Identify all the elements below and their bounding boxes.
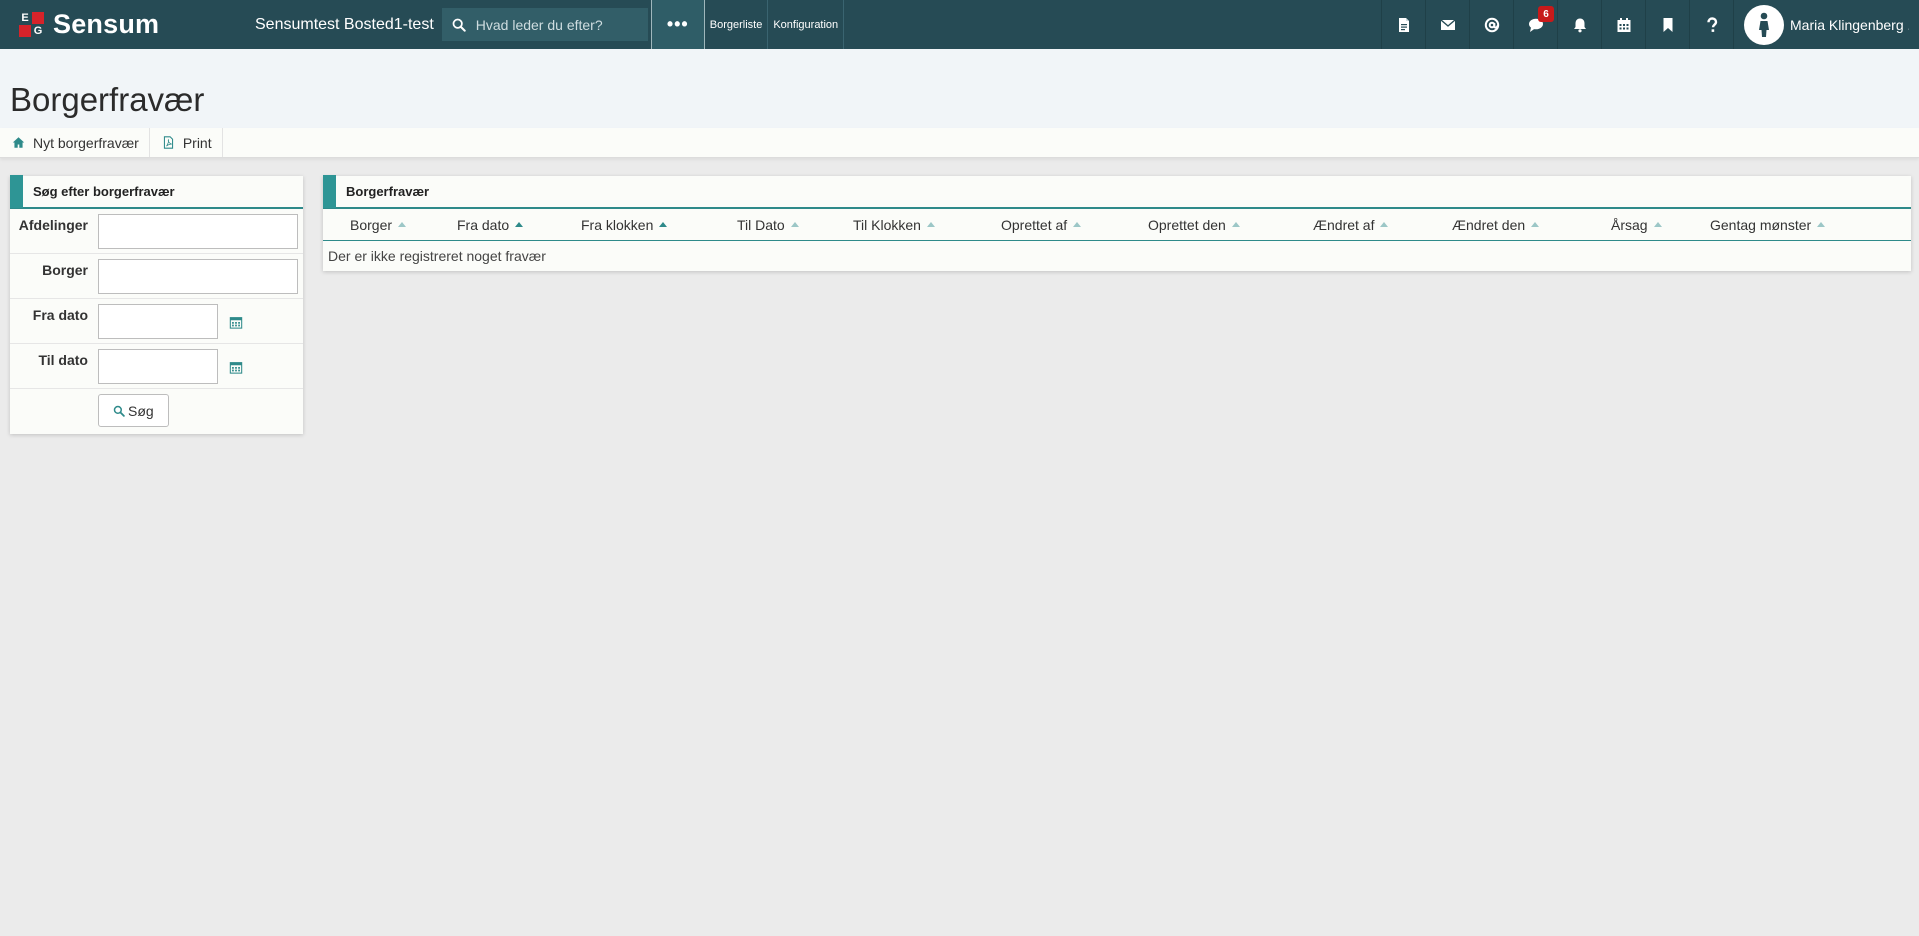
at-icon (1484, 17, 1499, 32)
fra-dato-input[interactable] (98, 304, 218, 339)
user-icon (1759, 12, 1769, 37)
search-icon (452, 18, 466, 32)
column-header-aendret-den[interactable]: Ændret den (1452, 217, 1540, 233)
new-absence-label: Nyt borgerfravær (33, 134, 139, 151)
column-header-borger[interactable]: Borger (350, 217, 407, 233)
search-submit-button[interactable]: Søg (98, 394, 169, 427)
logo-letter-g: G (32, 24, 44, 37)
notifications-button[interactable] (1557, 0, 1601, 49)
column-header-fra-klokken[interactable]: Fra klokken (581, 217, 668, 233)
search-input[interactable] (475, 16, 636, 33)
help-button[interactable] (1689, 0, 1733, 49)
site-name[interactable]: Sensumtest Bosted1-test (236, 0, 442, 49)
logo-letter-e: E (19, 11, 31, 24)
brand[interactable]: E G Sensum (0, 0, 236, 49)
action-toolbar: Nyt borgerfravær Print (0, 128, 1919, 158)
calendar-icon[interactable] (229, 360, 243, 374)
table-panel-header: Borgerfravær (323, 175, 1911, 209)
search-icon (113, 405, 125, 417)
bell-icon (1573, 18, 1586, 32)
field-row-borger: Borger (10, 254, 303, 299)
home-icon (12, 137, 25, 148)
calendar-button[interactable] (1601, 0, 1645, 49)
absence-table-panel: Borgerfravær Borger Fra dato Fra klokken… (323, 175, 1911, 271)
print-label: Print (182, 134, 212, 151)
more-menu-button[interactable]: ••• (650, 0, 705, 49)
field-row-til-dato: Til dato (10, 344, 303, 389)
mentions-button[interactable] (1469, 0, 1513, 49)
column-header-aarsag[interactable]: Årsag (1611, 217, 1662, 233)
search-panel-header: Søg efter borgerfravær (10, 175, 303, 209)
borger-input[interactable] (98, 259, 298, 294)
bookmarks-button[interactable] (1645, 0, 1689, 49)
global-search[interactable] (441, 8, 648, 41)
search-panel-title: Søg efter borgerfravær (33, 184, 175, 199)
afdelinger-input[interactable] (98, 214, 298, 249)
column-header-oprettet-den[interactable]: Oprettet den (1148, 217, 1240, 233)
table-header-row: Borger Fra dato Fra klokken Til Dato Til… (323, 209, 1911, 241)
calendar-icon (1617, 17, 1630, 32)
user-name: Maria Klingenberg ... (1790, 16, 1909, 33)
field-row-afdelinger: Afdelinger (10, 209, 303, 254)
mail-button[interactable] (1425, 0, 1469, 49)
fra-dato-label: Fra dato (32, 307, 88, 323)
messages-button[interactable]: 6 (1513, 0, 1557, 49)
nav-link-konfiguration[interactable]: Konfiguration (768, 0, 845, 49)
bookmark-icon (1663, 17, 1672, 32)
document-icon (1398, 17, 1409, 32)
top-navbar: E G Sensum Sensumtest Bosted1-test ••• B… (0, 0, 1919, 49)
column-header-til-dato[interactable]: Til Dato (737, 217, 799, 233)
pdf-icon (163, 136, 173, 149)
search-submit-label: Søg (128, 402, 154, 419)
table-panel-title: Borgerfravær (346, 184, 430, 199)
avatar (1744, 4, 1784, 45)
page-title: Borgerfravær (10, 81, 205, 118)
til-dato-input[interactable] (98, 349, 218, 384)
empty-table-message: Der er ikke registreret noget fravær (328, 248, 546, 264)
column-header-oprettet-af[interactable]: Oprettet af (1001, 217, 1082, 233)
borger-label: Borger (42, 262, 88, 278)
column-header-fra-dato[interactable]: Fra dato (457, 217, 524, 233)
documents-button[interactable] (1381, 0, 1425, 49)
envelope-icon (1440, 18, 1455, 30)
eg-logo: E G (19, 11, 45, 38)
nav-link-borgerliste[interactable]: Borgerliste (705, 0, 769, 49)
user-menu[interactable]: Maria Klingenberg ... (1733, 0, 1919, 49)
brand-name: Sensum (53, 9, 160, 39)
column-header-gentag-moenster[interactable]: Gentag mønster (1710, 217, 1826, 233)
search-panel: Søg efter borgerfravær Afdelinger Borger… (10, 175, 303, 434)
page-header: Borgerfravær (0, 49, 1919, 128)
new-absence-button[interactable]: Nyt borgerfravær (0, 128, 150, 157)
afdelinger-label: Afdelinger (18, 217, 88, 233)
field-row-fra-dato: Fra dato (10, 299, 303, 344)
calendar-icon[interactable] (229, 315, 243, 329)
column-header-aendret-af[interactable]: Ændret af (1313, 217, 1389, 233)
messages-badge: 6 (1538, 6, 1554, 22)
column-header-til-klokken[interactable]: Til Klokken (853, 217, 935, 233)
til-dato-label: Til dato (38, 352, 88, 368)
question-icon (1706, 16, 1717, 32)
print-button[interactable]: Print (150, 128, 223, 157)
